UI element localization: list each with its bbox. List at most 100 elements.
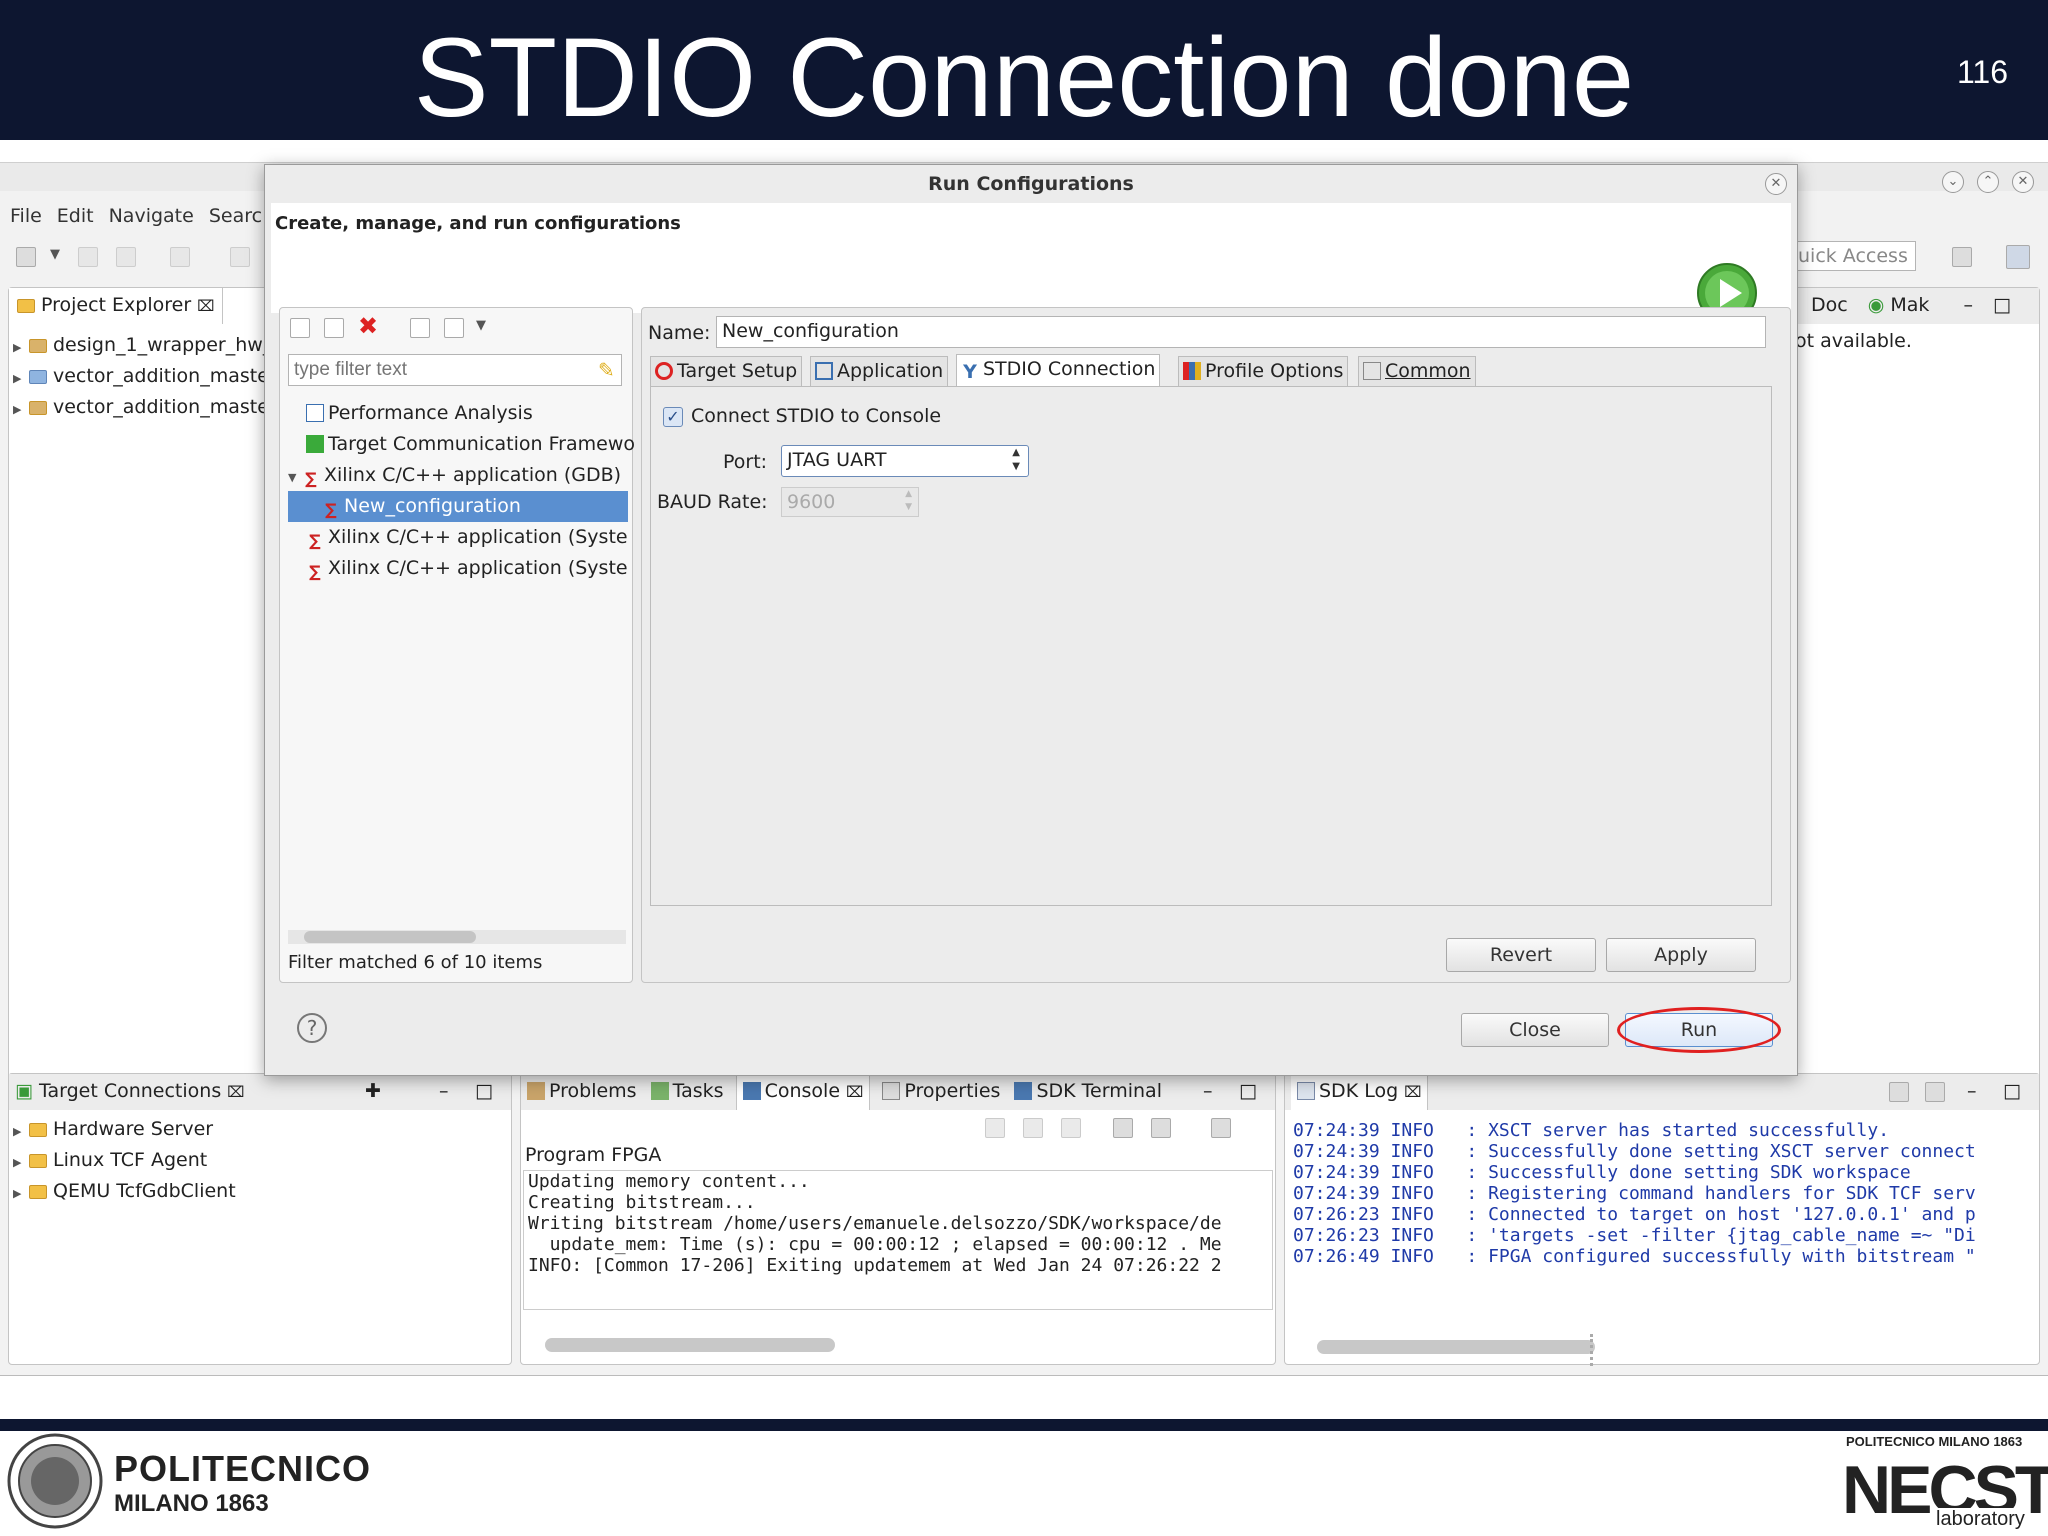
expand-icon[interactable]: ▶ xyxy=(13,1147,27,1178)
minimize-view-icon[interactable]: – xyxy=(1203,1074,1213,1108)
tree-item[interactable]: ∑ Xilinx C/C++ application (Syste xyxy=(288,522,628,553)
apply-button[interactable]: Apply xyxy=(1606,938,1756,972)
tab-target-connections[interactable]: Target Connections xyxy=(39,1080,221,1102)
tab-common[interactable]: Common xyxy=(1358,356,1476,386)
tree-item[interactable]: ∑ Xilinx C/C++ application (Syste xyxy=(288,553,628,584)
close-button[interactable]: Close xyxy=(1461,1013,1609,1047)
maximize-view-icon[interactable]: □ xyxy=(1239,1074,1257,1108)
perspective-c-icon[interactable] xyxy=(2006,245,2030,269)
close-tab-icon[interactable]: ⌧ xyxy=(197,297,214,315)
run-highlight-ellipse xyxy=(1617,1007,1781,1053)
tree-item-selected[interactable]: ∑ New_configuration xyxy=(288,491,628,522)
tab-sdk-log[interactable]: SDK Log xyxy=(1319,1080,1398,1102)
new-icon[interactable] xyxy=(16,247,36,267)
new-config-icon[interactable] xyxy=(290,318,310,338)
open-console-icon[interactable] xyxy=(1211,1118,1231,1138)
clear-log-icon[interactable] xyxy=(1889,1082,1909,1102)
horizontal-scrollbar[interactable] xyxy=(288,930,626,944)
menu-bar: File Edit Navigate Searc xyxy=(10,205,277,227)
tab-properties[interactable]: Properties xyxy=(904,1080,1000,1102)
new-connection-icon[interactable]: ✚ xyxy=(365,1074,381,1108)
tree-item[interactable]: ▶ design_1_wrapper_hw_ xyxy=(13,330,272,361)
collapse-all-icon[interactable] xyxy=(410,318,430,338)
expand-icon[interactable]: ▶ xyxy=(13,332,27,363)
horizontal-scrollbar[interactable] xyxy=(1317,1340,1595,1354)
menu-file[interactable]: File xyxy=(10,205,42,227)
display-console-icon[interactable] xyxy=(1151,1118,1171,1138)
expand-icon[interactable]: ▶ xyxy=(13,394,27,425)
tree-item[interactable]: ▶ vector_addition_maste xyxy=(13,392,272,423)
outline-message: ot available. xyxy=(1795,330,1912,352)
polimi-seal-logo xyxy=(7,1433,103,1529)
menu-navigate[interactable]: Navigate xyxy=(109,205,194,227)
horizontal-scrollbar[interactable] xyxy=(545,1338,835,1352)
close-tab-icon[interactable]: ⌧ xyxy=(227,1083,244,1101)
minimize-icon[interactable]: ⌄ xyxy=(1942,171,1964,193)
dropdown-icon[interactable]: ▼ xyxy=(50,247,60,262)
clear-console-icon[interactable] xyxy=(985,1118,1005,1138)
tree-item[interactable]: Target Communication Framewo xyxy=(288,429,635,460)
port-select[interactable]: JTAG UART ▲ ▼ xyxy=(781,445,1029,477)
outline-tabs: Doc ◉ Mak – □ xyxy=(1781,288,2039,324)
maximize-view-icon[interactable]: □ xyxy=(1993,294,2011,316)
expand-icon[interactable]: ▶ xyxy=(13,363,27,394)
tab-profile-options[interactable]: Profile Options xyxy=(1178,356,1349,386)
open-perspective-icon[interactable] xyxy=(1952,247,1972,267)
sdk-log-output[interactable]: 07:24:39 INFO : XSCT server has started … xyxy=(1293,1120,2021,1340)
tab-target-setup[interactable]: Target Setup xyxy=(650,356,803,386)
scrollbar-thumb[interactable] xyxy=(304,931,476,943)
collapse-icon[interactable]: ▼ xyxy=(288,462,302,493)
connect-stdio-checkbox[interactable]: ✓ xyxy=(663,407,683,427)
menu-edit[interactable]: Edit xyxy=(57,205,94,227)
minimize-view-icon[interactable]: – xyxy=(1963,294,1973,316)
expand-icon[interactable]: ▶ xyxy=(13,1116,27,1147)
tree-item[interactable]: ▼ ∑ Xilinx C/C++ application (GDB) xyxy=(288,460,628,491)
tree-item[interactable]: ▶ Linux TCF Agent xyxy=(13,1145,236,1176)
word-wrap-icon[interactable] xyxy=(1061,1118,1081,1138)
debug-icon[interactable] xyxy=(170,247,190,267)
close-tab-icon[interactable]: ⌧ xyxy=(1404,1083,1421,1101)
scroll-lock-icon[interactable] xyxy=(1023,1118,1043,1138)
project-explorer-tab[interactable]: Project Explorer ⌧ xyxy=(9,288,223,324)
save-icon[interactable] xyxy=(78,247,98,267)
tab-stdio-connection[interactable]: Y STDIO Connection xyxy=(956,354,1161,388)
quick-access-input[interactable]: uick Access xyxy=(1792,241,1916,271)
sash-handle[interactable] xyxy=(1590,1334,1593,1366)
help-icon[interactable]: ? xyxy=(297,1013,327,1043)
tree-item[interactable]: ▶ QEMU TcfGdbClient xyxy=(13,1176,236,1207)
menu-search[interactable]: Searc xyxy=(209,205,262,227)
duplicate-config-icon[interactable] xyxy=(324,318,344,338)
build-icon[interactable] xyxy=(230,247,250,267)
minimize-view-icon[interactable]: – xyxy=(439,1074,449,1108)
tree-item[interactable]: Performance Analysis xyxy=(288,398,628,429)
name-input[interactable]: New_configuration xyxy=(716,316,1766,348)
clear-filter-icon[interactable]: ✎ xyxy=(598,358,615,382)
save-all-icon[interactable] xyxy=(116,247,136,267)
log-line: 07:26:23 INFO : Connected to target on h… xyxy=(1293,1204,1976,1225)
export-log-icon[interactable] xyxy=(1925,1082,1945,1102)
minimize-view-icon[interactable]: – xyxy=(1967,1074,1977,1108)
tab-console[interactable]: Console xyxy=(765,1080,840,1102)
pin-console-icon[interactable] xyxy=(1113,1118,1133,1138)
tab-make[interactable]: Mak xyxy=(1890,294,1929,316)
filter-config-icon[interactable] xyxy=(444,318,464,338)
maximize-view-icon[interactable]: □ xyxy=(2003,1074,2021,1108)
expand-icon[interactable]: ▶ xyxy=(13,1178,27,1209)
tree-item[interactable]: ▶ Hardware Server xyxy=(13,1114,236,1145)
tab-tasks[interactable]: Tasks xyxy=(673,1080,724,1102)
dropdown-icon[interactable]: ▼ xyxy=(476,318,486,333)
console-output[interactable]: Updating memory content... Creating bits… xyxy=(523,1170,1273,1310)
tab-sdk-terminal[interactable]: SDK Terminal xyxy=(1036,1080,1162,1102)
tree-item[interactable]: ▶ vector_addition_maste xyxy=(13,361,272,392)
close-dialog-icon[interactable]: ✕ xyxy=(1765,173,1787,195)
tab-doc[interactable]: Doc xyxy=(1811,294,1848,316)
maximize-view-icon[interactable]: □ xyxy=(475,1074,493,1108)
close-tab-icon[interactable]: ⌧ xyxy=(846,1083,863,1101)
tab-application[interactable]: Application xyxy=(810,356,949,386)
revert-button[interactable]: Revert xyxy=(1446,938,1596,972)
close-window-icon[interactable]: ✕ xyxy=(2012,171,2034,193)
maximize-icon[interactable]: ⌃ xyxy=(1977,171,1999,193)
tab-problems[interactable]: Problems xyxy=(549,1080,637,1102)
filter-input[interactable] xyxy=(288,354,622,386)
delete-config-icon[interactable]: ✖ xyxy=(358,312,378,340)
